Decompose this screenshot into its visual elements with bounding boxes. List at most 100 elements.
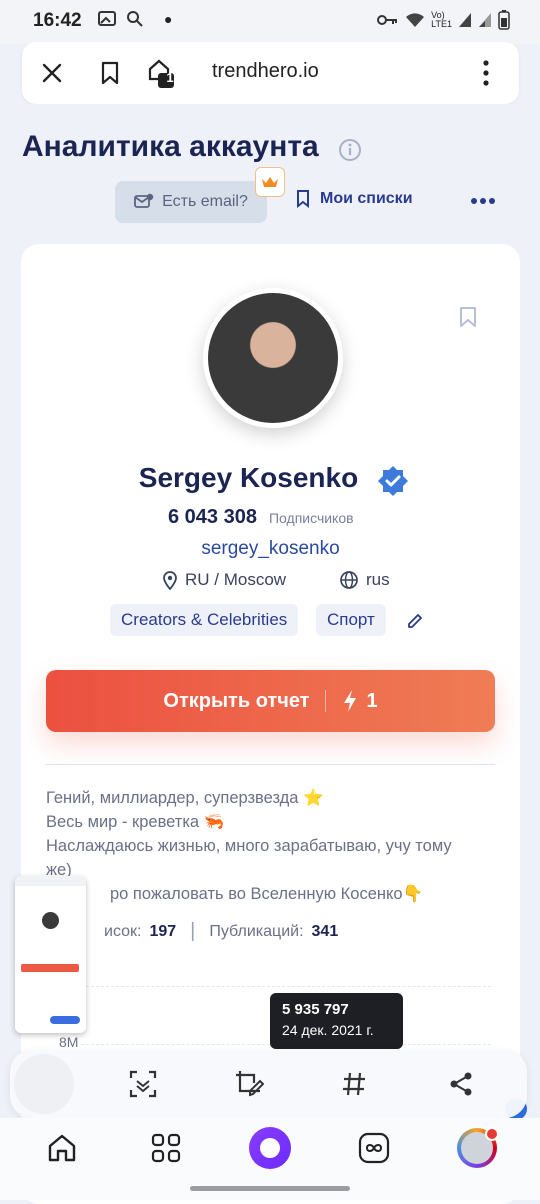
browser-bar: 1 trendhero.io [22, 42, 519, 104]
bookmark-icon [297, 190, 309, 208]
infinity-tabs-icon [358, 1132, 390, 1164]
system-icons: Vo) LTE1 [377, 10, 510, 30]
bio: Гений, миллиардер, суперзвезда ⭐ Весь ми… [46, 786, 486, 906]
wifi-icon [406, 13, 425, 27]
lightning-icon [344, 690, 357, 712]
card-divider [46, 764, 495, 765]
posts-count: 341 [311, 922, 339, 940]
my-lists-label: Мои списки [320, 190, 413, 207]
pip-button [21, 964, 79, 972]
globe-icon [340, 571, 358, 589]
volte-icon: Vo) LTE1 [431, 10, 452, 29]
gallery-icon [98, 11, 116, 26]
notification-dot [485, 1127, 499, 1141]
signal-1-icon [459, 13, 471, 27]
chart-y-tick: 8M [59, 1034, 79, 1050]
avatar [203, 288, 343, 428]
kebab-menu-icon [483, 60, 489, 86]
location: RU / Moscow [162, 570, 286, 590]
my-lists-button[interactable]: Мои списки [296, 190, 413, 208]
tag-button[interactable] [338, 1068, 370, 1100]
floating-toolbar [10, 1050, 527, 1118]
profile-name: Sergey Kosenko [138, 462, 359, 493]
grid-apps-icon [151, 1133, 181, 1163]
bio-line: же) [46, 861, 72, 879]
pip-bubble [50, 1016, 80, 1024]
tooltip-date: 24 дек. 2021 г. [282, 1022, 374, 1038]
has-email-label: Есть email? [162, 193, 248, 210]
tag-creators[interactable]: Creators & Celebrities [110, 604, 299, 636]
bio-line: Наслаждаюсь жизнью, много зарабатываю, у… [46, 837, 452, 855]
profile-handle[interactable]: sergey_kosenko [21, 538, 520, 560]
bookmark-page-button[interactable] [96, 59, 124, 87]
location-pin-icon [163, 571, 177, 590]
info-icon[interactable] [338, 138, 362, 162]
more-dots-icon [471, 198, 495, 204]
tag-sport[interactable]: Спорт [316, 604, 386, 636]
bottom-navigation [0, 1118, 540, 1200]
counts-row: исок: 197 | Публикаций: 341 [46, 920, 338, 943]
followers-label: Подписчиков [268, 510, 354, 526]
edit-screenshot-button[interactable] [232, 1068, 266, 1100]
status-time: 16:42 [33, 10, 82, 31]
language: rus [339, 570, 390, 590]
search-notification-icon [127, 11, 143, 27]
profile-nav-button[interactable] [457, 1127, 499, 1168]
page-title: Аналитика аккаунта [22, 130, 319, 163]
alice-assistant-button[interactable] [249, 1127, 291, 1169]
scan-button[interactable] [127, 1068, 159, 1100]
notification-icons: ● [98, 10, 172, 28]
language-label: rus [366, 570, 390, 589]
open-report-label: Открыть отчет [163, 689, 310, 712]
services-button[interactable] [148, 1130, 184, 1166]
picture-in-picture-preview[interactable] [15, 876, 86, 1033]
chart-grid-line [81, 986, 491, 987]
pip-avatar [42, 912, 59, 929]
save-profile-icon[interactable] [459, 306, 477, 328]
button-divider [325, 690, 327, 712]
close-tab-button[interactable] [38, 59, 66, 87]
has-email-button[interactable]: Есть email? [115, 181, 267, 223]
tooltip-value: 5 935 797 [282, 1001, 349, 1018]
bookmark-icon [101, 61, 119, 85]
followers-count: 6 043 308 [168, 506, 257, 528]
tabs-count: 1 [166, 70, 174, 85]
tabs-overview-button[interactable] [356, 1130, 392, 1166]
dot-icon: ● [164, 11, 173, 27]
bio-line: ро пожаловать во Вселенную Косенко👇 [110, 885, 424, 903]
key-icon [377, 15, 398, 25]
open-report-button[interactable]: Открыть отчет 1 [46, 670, 495, 732]
following-label: исок: [104, 922, 142, 940]
following-count: 197 [149, 922, 177, 940]
chart-tooltip: 5 935 797 24 дек. 2021 г. [270, 993, 403, 1049]
share-button[interactable] [445, 1068, 477, 1100]
toolbar-avatar-preview[interactable] [14, 1054, 74, 1114]
verified-icon [378, 466, 408, 496]
home-indicator[interactable] [190, 1186, 350, 1191]
scan-icon [129, 1070, 157, 1098]
bio-line: Гений, миллиардер, суперзвезда ⭐ [46, 789, 324, 807]
edit-tags-icon[interactable] [406, 612, 424, 630]
posts-label: Публикаций: [209, 922, 304, 940]
browser-menu-button[interactable] [474, 56, 498, 90]
signal-2-icon [479, 13, 491, 27]
crown-icon [262, 177, 278, 187]
location-label: RU / Moscow [185, 570, 287, 589]
home-icon [48, 1134, 76, 1162]
counts-separator: | [190, 920, 196, 942]
share-icon [450, 1072, 472, 1096]
home-button[interactable] [44, 1130, 80, 1166]
battery-icon [498, 10, 510, 30]
pip-header [15, 876, 86, 886]
url-field[interactable]: trendhero.io [212, 60, 319, 83]
premium-badge [255, 167, 285, 197]
close-icon [42, 63, 62, 83]
bio-line: Весь мир - креветка 🦐 [46, 813, 225, 831]
crop-edit-icon [236, 1071, 264, 1097]
report-credits: 1 [366, 689, 378, 712]
status-bar: 16:42 ● Vo) LTE1 [0, 0, 540, 44]
more-options-button[interactable] [470, 192, 496, 210]
email-check-icon [134, 193, 154, 208]
hashtag-icon [343, 1072, 365, 1096]
tabs-button[interactable]: 1 [142, 56, 178, 90]
